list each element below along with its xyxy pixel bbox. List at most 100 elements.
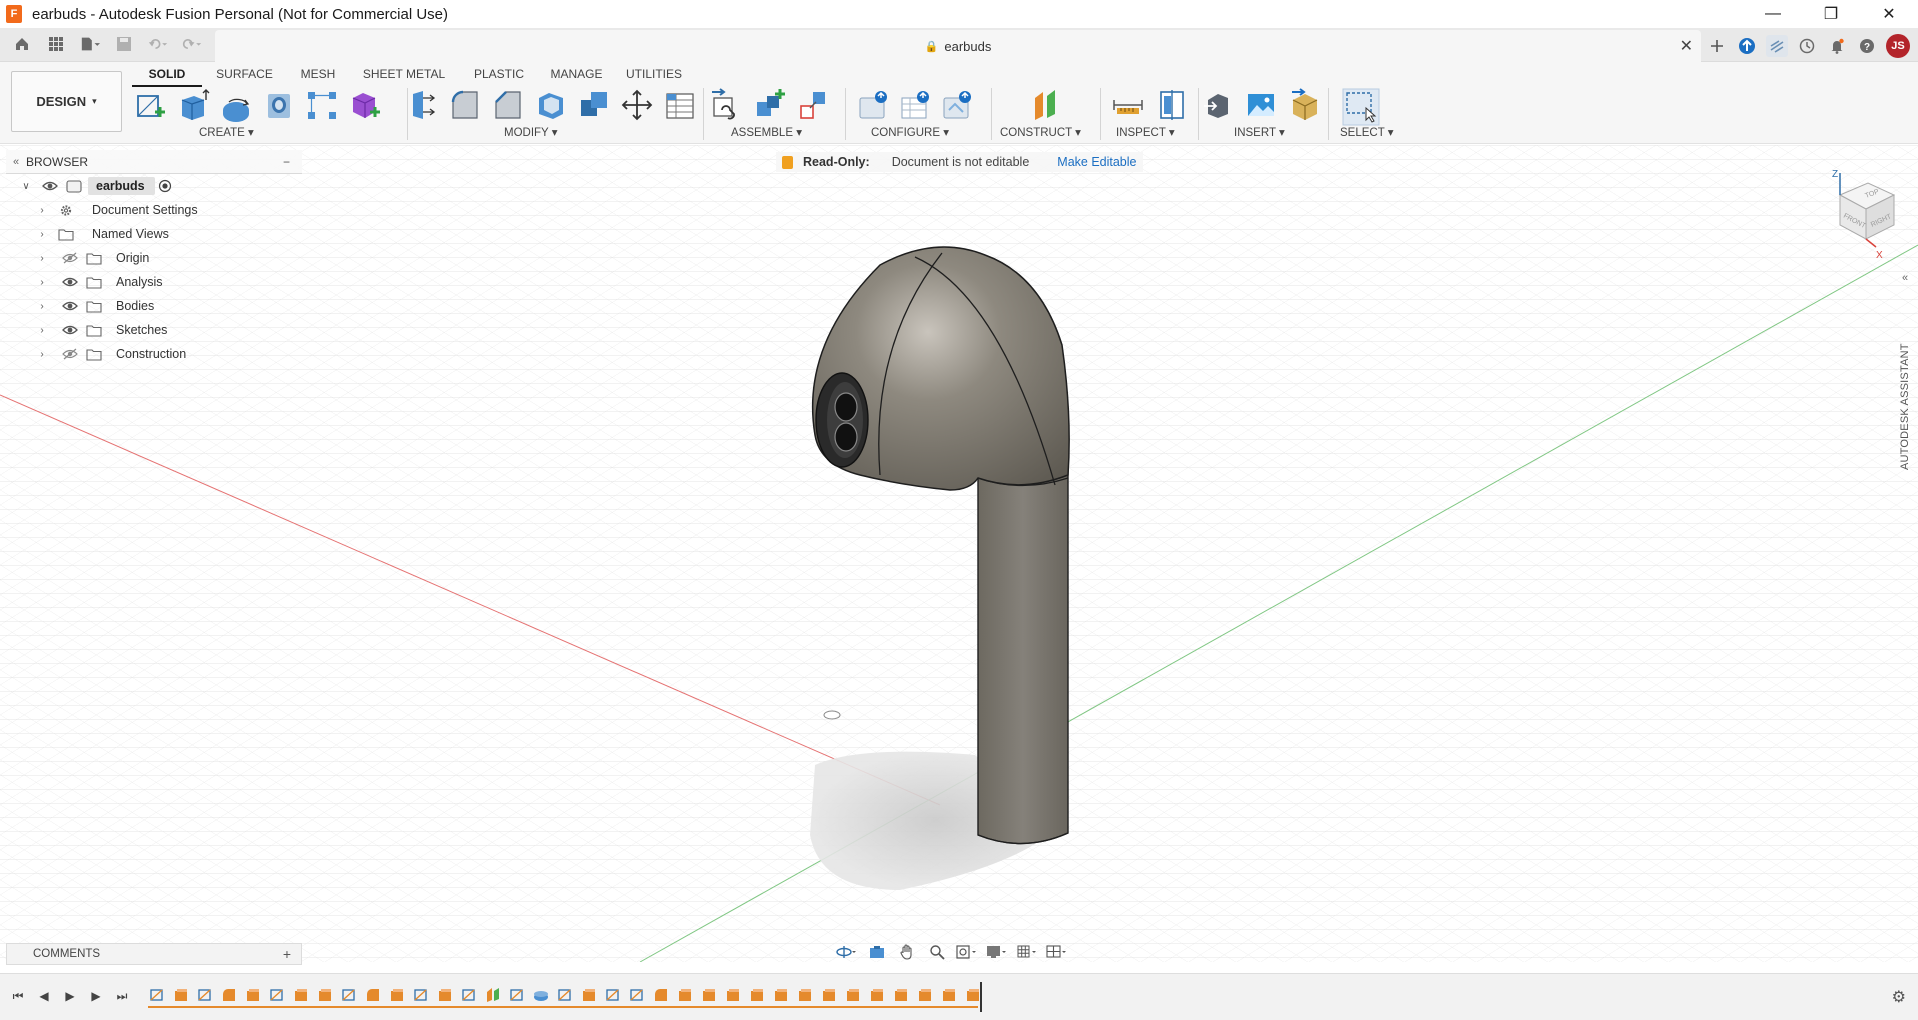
extrude-icon[interactable] [176,88,210,122]
tree-item-analysis[interactable]: › Analysis [6,270,302,294]
visibility-eye-icon[interactable] [62,276,78,288]
timeline-feature-extrude-icon[interactable] [244,986,262,1004]
timeline-feature-sketch-icon[interactable] [268,986,286,1004]
timeline-feature-sketch-icon[interactable] [412,986,430,1004]
create-group-label[interactable]: CREATE ▾ [199,125,254,139]
undo-icon[interactable] [148,34,168,54]
new-tab-plus-icon[interactable] [1706,35,1728,57]
step-forward-icon[interactable]: ▶ [88,988,104,1004]
timeline-feature-sketch-icon[interactable] [148,986,166,1004]
timeline-feature-extrude-icon[interactable] [868,986,886,1004]
timeline-feature-extrude-icon[interactable] [172,986,190,1004]
visibility-hidden-eye-icon[interactable] [62,348,78,360]
workspace-switcher-button[interactable]: DESIGN ▾ [11,71,122,132]
insert-derive-icon[interactable] [1202,88,1236,122]
chevron-right-icon[interactable]: › [36,205,48,216]
modify-group-label[interactable]: MODIFY ▾ [504,125,557,139]
chevron-right-icon[interactable]: › [36,301,48,312]
collapse-panel-icon[interactable]: « [6,156,26,168]
notifications-bell-icon[interactable] [1826,35,1848,57]
timeline-feature-sketch-icon[interactable] [340,986,358,1004]
assemble-group-label[interactable]: ASSEMBLE ▾ [731,125,802,139]
chevron-right-icon[interactable]: › [36,229,48,240]
timeline-feature-extrude-icon[interactable] [292,986,310,1004]
move-copy-icon[interactable] [620,88,654,122]
timeline-feature-extrude-icon[interactable] [724,986,742,1004]
extensions-icon[interactable] [1736,35,1758,57]
hole-icon[interactable] [262,88,296,122]
joint-icon[interactable] [753,88,787,122]
data-panel-grid-icon[interactable] [46,34,66,54]
fit-view-icon[interactable] [956,943,978,961]
gear-icon[interactable]: ⚙ [1892,987,1906,1007]
timeline-feature-extrude-icon[interactable] [772,986,790,1004]
orbit-icon[interactable] [836,943,858,961]
restore-icon[interactable]: ❐ [1802,0,1860,28]
zoom-icon[interactable] [926,943,948,961]
visibility-eye-icon[interactable] [42,180,58,192]
timeline-feature-extrude-icon[interactable] [748,986,766,1004]
make-editable-link[interactable]: Make Editable [1039,155,1136,169]
timeline-feature-extrude-icon[interactable] [316,986,334,1004]
tree-item-construction[interactable]: › Construction [6,342,302,366]
tree-item-named-views[interactable]: › Named Views [6,222,302,246]
timeline-feature-extrude-icon[interactable] [436,986,454,1004]
document-tab[interactable]: 🔒 earbuds ✕ [215,30,1701,62]
user-avatar[interactable]: JS [1886,34,1910,58]
change-parameters-icon[interactable] [663,88,697,122]
redo-icon[interactable] [182,34,202,54]
combine-icon[interactable] [577,88,611,122]
go-to-start-icon[interactable]: ⏮ [10,988,26,1004]
timeline-feature-extrude-icon[interactable] [940,986,958,1004]
configure-parameters-icon[interactable] [899,88,933,122]
configure-rules-icon[interactable] [941,88,975,122]
view-cube[interactable]: TOP FRONT RIGHT Z X [1810,165,1900,261]
history-clock-icon[interactable] [1796,35,1818,57]
create-sketch-icon[interactable] [133,88,167,122]
timeline-feature-extrude-icon[interactable] [892,986,910,1004]
minimize-panel-icon[interactable]: − [283,155,290,169]
minimize-icon[interactable]: — [1744,0,1802,28]
visibility-eye-icon[interactable] [62,300,78,312]
help-icon[interactable]: ? [1856,35,1878,57]
chevron-down-icon[interactable]: ∨ [20,181,32,192]
insert-mcmaster-icon[interactable] [1288,88,1322,122]
timeline-feature-sketch-icon[interactable] [604,986,622,1004]
revolve-icon[interactable] [219,88,253,122]
select-group-label[interactable]: SELECT ▾ [1340,125,1394,139]
play-icon[interactable]: ▶ [62,988,78,1004]
configure-group-label[interactable]: CONFIGURE ▾ [871,125,949,139]
timeline-feature-sketch-icon[interactable] [196,986,214,1004]
construct-group-label[interactable]: CONSTRUCT ▾ [1000,125,1081,139]
as-built-joint-icon[interactable] [796,88,830,122]
fillet-icon[interactable] [448,88,482,122]
close-icon[interactable]: ✕ [1860,0,1918,28]
shell-icon[interactable] [534,88,568,122]
viewports-icon[interactable] [1046,943,1068,961]
pattern-icon[interactable] [305,88,339,122]
tree-item-origin[interactable]: › Origin [6,246,302,270]
timeline-track[interactable] [148,986,979,1008]
job-status-icon[interactable] [1766,35,1788,57]
chevron-right-icon[interactable]: › [36,277,48,288]
offset-plane-icon[interactable] [1029,88,1063,122]
new-component-icon[interactable] [710,88,744,122]
activate-radio-icon[interactable] [158,179,172,193]
tree-item-sketches[interactable]: › Sketches [6,318,302,342]
visibility-eye-icon[interactable] [62,324,78,336]
chevron-right-icon[interactable]: › [36,349,48,360]
tree-root-earbuds[interactable]: ∨ earbuds [6,174,302,198]
timeline-feature-revolve-icon[interactable] [532,986,550,1004]
autodesk-assistant-panel[interactable]: « AUTODESK ASSISTANT [1895,270,1918,480]
timeline-feature-extrude-icon[interactable] [580,986,598,1004]
add-comment-icon[interactable]: + [283,946,291,962]
insert-image-icon[interactable] [1245,88,1279,122]
section-analysis-icon[interactable] [1155,88,1189,122]
timeline-feature-extrude-icon[interactable] [676,986,694,1004]
grid-settings-icon[interactable] [1016,943,1038,961]
chevron-right-icon[interactable]: › [36,253,48,264]
window-select-icon[interactable] [1342,88,1380,126]
file-menu-icon[interactable] [80,34,100,54]
timeline-feature-extrude-icon[interactable] [388,986,406,1004]
chamfer-icon[interactable] [491,88,525,122]
